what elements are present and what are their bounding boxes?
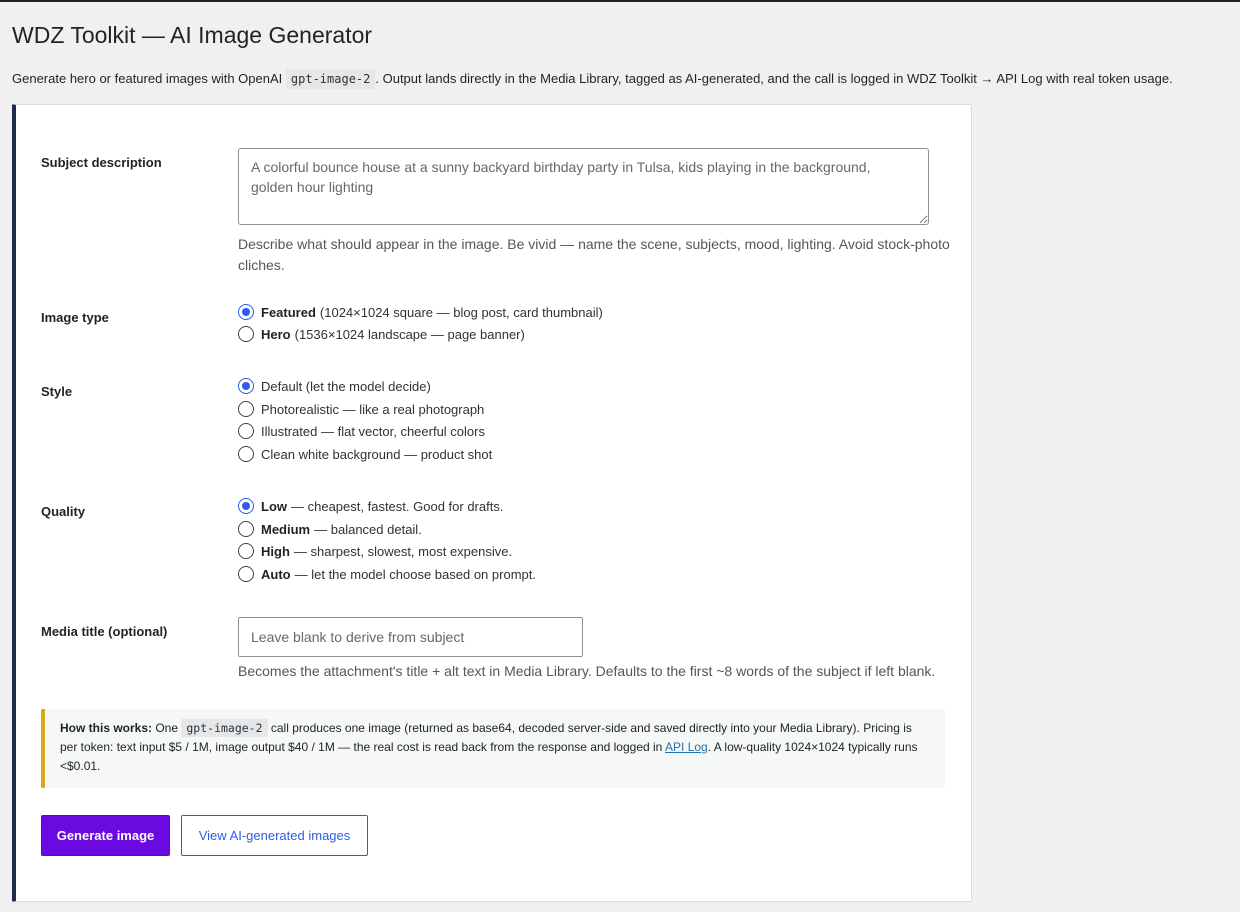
- radio-quality-medium[interactable]: [238, 521, 254, 537]
- intro-text-before: Generate hero or featured images with Op…: [12, 71, 286, 86]
- option-detail: — sharpest, slowest, most expensive.: [293, 543, 513, 559]
- radio-quality-low[interactable]: [238, 498, 254, 514]
- media-title-help-text: Becomes the attachment's title + alt tex…: [238, 663, 936, 679]
- option-detail: (1536×1024 landscape — page banner): [294, 326, 525, 342]
- option-name: Hero: [261, 326, 291, 342]
- option-detail: — balanced detail.: [314, 521, 422, 537]
- radio-style-clean-white[interactable]: [238, 446, 254, 462]
- notice-text: One: [152, 721, 182, 735]
- generate-image-button[interactable]: Generate image: [41, 815, 170, 856]
- style-label: Style: [41, 384, 73, 399]
- api-log-link[interactable]: API Log: [665, 740, 708, 754]
- how-it-works-notice: How this works: One gpt-image-2 call pro…: [41, 709, 945, 788]
- option-text: Illustrated — flat vector, cheerful colo…: [261, 423, 485, 439]
- style-option-default[interactable]: Default (let the model decide): [238, 376, 431, 396]
- subject-help-text: Describe what should appear in the image…: [238, 236, 950, 273]
- subject-textarea[interactable]: A colorful bounce house at a sunny backy…: [238, 148, 929, 225]
- option-name: Featured: [261, 304, 316, 320]
- option-detail: — cheapest, fastest. Good for drafts.: [291, 498, 504, 514]
- notice-heading: How this works:: [60, 721, 153, 735]
- notice-model-code: gpt-image-2: [181, 719, 268, 737]
- intro-text-after: . Output lands directly in the Media Lib…: [375, 71, 1173, 86]
- quality-label: Quality: [41, 504, 86, 519]
- style-option-illustrated[interactable]: Illustrated — flat vector, cheerful colo…: [238, 421, 485, 441]
- view-ai-images-button[interactable]: View AI-generated images: [181, 815, 368, 856]
- quality-option-medium[interactable]: Medium — balanced detail.: [238, 519, 422, 539]
- option-text: Clean white background — product shot: [261, 446, 493, 462]
- model-code: gpt-image-2: [285, 69, 376, 89]
- radio-featured[interactable]: [238, 304, 254, 320]
- page-intro: Generate hero or featured images with Op…: [12, 69, 1173, 89]
- style-option-clean-white[interactable]: Clean white background — product shot: [238, 444, 492, 464]
- radio-hero[interactable]: [238, 326, 254, 342]
- option-text: Default (let the model decide): [261, 378, 431, 394]
- option-text: Photorealistic — like a real photograph: [261, 401, 485, 417]
- media-title-input[interactable]: [238, 617, 583, 657]
- page-title: WDZ Toolkit — AI Image Generator: [12, 22, 373, 48]
- option-name: High: [261, 543, 290, 559]
- image-type-option-featured[interactable]: Featured (1024×1024 square — blog post, …: [238, 302, 603, 322]
- style-option-photorealistic[interactable]: Photorealistic — like a real photograph: [238, 399, 484, 419]
- radio-style-photorealistic[interactable]: [238, 401, 254, 417]
- quality-option-low[interactable]: Low — cheapest, fastest. Good for drafts…: [238, 496, 503, 516]
- option-name: Auto: [261, 566, 291, 582]
- radio-quality-high[interactable]: [238, 543, 254, 559]
- quality-option-high[interactable]: High — sharpest, slowest, most expensive…: [238, 541, 512, 561]
- image-type-label: Image type: [41, 310, 109, 325]
- radio-style-illustrated[interactable]: [238, 423, 254, 439]
- option-name: Medium: [261, 521, 311, 537]
- option-detail: — let the model choose based on prompt.: [294, 566, 536, 582]
- radio-quality-auto[interactable]: [238, 566, 254, 582]
- media-title-label: Media title (optional): [41, 624, 168, 639]
- generator-form-card: Subject description A colorful bounce ho…: [12, 104, 972, 902]
- subject-label: Subject description: [41, 155, 162, 170]
- option-name: Low: [261, 498, 287, 514]
- image-type-option-hero[interactable]: Hero (1536×1024 landscape — page banner): [238, 324, 525, 344]
- radio-style-default[interactable]: [238, 378, 254, 394]
- quality-option-auto[interactable]: Auto — let the model choose based on pro…: [238, 564, 536, 584]
- option-detail: (1024×1024 square — blog post, card thum…: [319, 304, 603, 320]
